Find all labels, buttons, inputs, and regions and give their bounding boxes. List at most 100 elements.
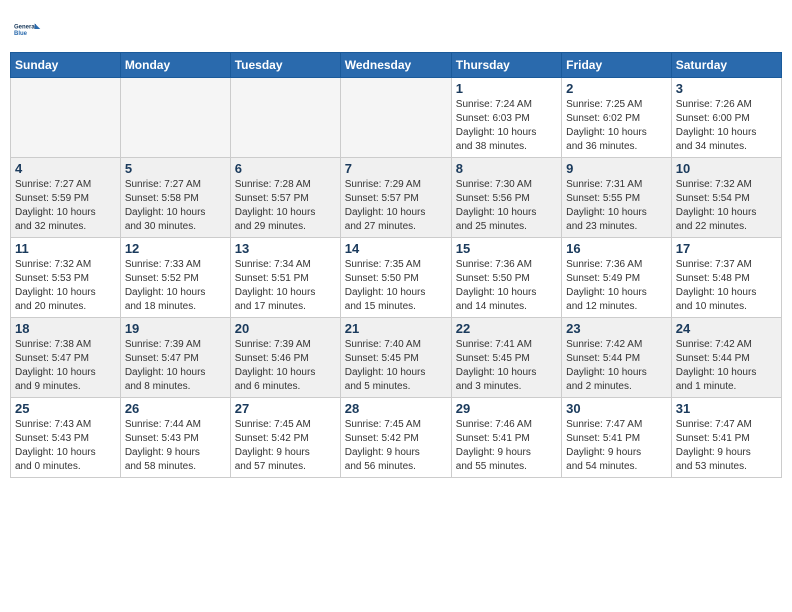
- calendar-cell: [120, 78, 230, 158]
- day-number: 14: [345, 241, 447, 256]
- calendar-cell: [340, 78, 451, 158]
- day-info: Sunrise: 7:41 AM Sunset: 5:45 PM Dayligh…: [456, 338, 557, 394]
- day-number: 2: [566, 81, 667, 96]
- day-number: 26: [125, 401, 226, 416]
- calendar-cell: 1Sunrise: 7:24 AM Sunset: 6:03 PM Daylig…: [451, 78, 561, 158]
- day-info: Sunrise: 7:43 AM Sunset: 5:43 PM Dayligh…: [15, 418, 116, 474]
- calendar-cell: 27 Sunrise: 7:45 AM Sunset: 5:42 PM Dayli…: [230, 398, 340, 478]
- calendar-cell: 21 Sunrise: 7:40 AM Sunset: 5:45 PM Dayli…: [340, 318, 451, 398]
- calendar-cell: 10Sunrise: 7:32 AM Sunset: 5:54 PM Dayli…: [671, 158, 781, 238]
- day-info: Sunrise: 7:26 AM Sunset: 6:00 PM Dayligh…: [676, 98, 777, 154]
- day-info: Sunrise: 7:30 AM Sunset: 5:56 PM Dayligh…: [456, 178, 557, 234]
- calendar-cell: 26 Sunrise: 7:44 AM Sunset: 5:43 PM Dayli…: [120, 398, 230, 478]
- day-number: 29: [456, 401, 557, 416]
- header-day-friday: Friday: [562, 53, 672, 78]
- day-number: 22: [456, 321, 557, 336]
- day-number: 12: [125, 241, 226, 256]
- day-info: Sunrise: 7:42 AM Sunset: 5:44 PM Dayligh…: [676, 338, 777, 394]
- day-info: Sunrise: 7:38 AM Sunset: 5:47 PM Dayligh…: [15, 338, 116, 394]
- calendar-cell: 11Sunrise: 7:32 AM Sunset: 5:53 PM Dayli…: [11, 238, 121, 318]
- svg-text:General: General: [14, 24, 37, 30]
- day-info: Sunrise: 7:35 AM Sunset: 5:50 PM Dayligh…: [345, 258, 447, 314]
- day-number: 10: [676, 161, 777, 176]
- day-number: 20: [235, 321, 336, 336]
- calendar-cell: 23 Sunrise: 7:42 AM Sunset: 5:44 PM Dayli…: [562, 318, 672, 398]
- calendar-cell: 25 Sunrise: 7:43 AM Sunset: 5:43 PM Dayli…: [11, 398, 121, 478]
- day-number: 13: [235, 241, 336, 256]
- day-info: Sunrise: 7:47 AM Sunset: 5:41 PM Dayligh…: [566, 418, 667, 474]
- day-number: 8: [456, 161, 557, 176]
- calendar-cell: 13 Sunrise: 7:34 AM Sunset: 5:51 PM Dayli…: [230, 238, 340, 318]
- calendar-cell: 22 Sunrise: 7:41 AM Sunset: 5:45 PM Dayli…: [451, 318, 561, 398]
- calendar: SundayMondayTuesdayWednesdayThursdayFrid…: [10, 52, 782, 478]
- calendar-cell: 16Sunrise: 7:36 AM Sunset: 5:49 PM Dayli…: [562, 238, 672, 318]
- calendar-cell: 4 Sunrise: 7:27 AM Sunset: 5:59 PM Daylig…: [11, 158, 121, 238]
- day-number: 25: [15, 401, 116, 416]
- calendar-cell: 30 Sunrise: 7:47 AM Sunset: 5:41 PM Dayli…: [562, 398, 672, 478]
- day-number: 7: [345, 161, 447, 176]
- week-row-3: 11Sunrise: 7:32 AM Sunset: 5:53 PM Dayli…: [11, 238, 782, 318]
- day-info: Sunrise: 7:36 AM Sunset: 5:50 PM Dayligh…: [456, 258, 557, 314]
- day-number: 16: [566, 241, 667, 256]
- calendar-cell: 17 Sunrise: 7:37 AM Sunset: 5:48 PM Dayli…: [671, 238, 781, 318]
- header-row: SundayMondayTuesdayWednesdayThursdayFrid…: [11, 53, 782, 78]
- day-info: Sunrise: 7:31 AM Sunset: 5:55 PM Dayligh…: [566, 178, 667, 234]
- day-number: 30: [566, 401, 667, 416]
- calendar-cell: 29Sunrise: 7:46 AM Sunset: 5:41 PM Dayli…: [451, 398, 561, 478]
- day-number: 6: [235, 161, 336, 176]
- calendar-cell: 9Sunrise: 7:31 AM Sunset: 5:55 PM Daylig…: [562, 158, 672, 238]
- calendar-cell: 14 Sunrise: 7:35 AM Sunset: 5:50 PM Dayli…: [340, 238, 451, 318]
- day-number: 5: [125, 161, 226, 176]
- week-row-2: 4 Sunrise: 7:27 AM Sunset: 5:59 PM Daylig…: [11, 158, 782, 238]
- calendar-cell: 7 Sunrise: 7:29 AM Sunset: 5:57 PM Daylig…: [340, 158, 451, 238]
- logo-icon: GeneralBlue: [14, 14, 44, 44]
- day-number: 27: [235, 401, 336, 416]
- week-row-1: 1Sunrise: 7:24 AM Sunset: 6:03 PM Daylig…: [11, 78, 782, 158]
- day-info: Sunrise: 7:40 AM Sunset: 5:45 PM Dayligh…: [345, 338, 447, 394]
- header-day-tuesday: Tuesday: [230, 53, 340, 78]
- header-day-wednesday: Wednesday: [340, 53, 451, 78]
- day-info: Sunrise: 7:39 AM Sunset: 5:47 PM Dayligh…: [125, 338, 226, 394]
- day-info: Sunrise: 7:45 AM Sunset: 5:42 PM Dayligh…: [235, 418, 336, 474]
- calendar-cell: 24 Sunrise: 7:42 AM Sunset: 5:44 PM Dayli…: [671, 318, 781, 398]
- day-info: Sunrise: 7:44 AM Sunset: 5:43 PM Dayligh…: [125, 418, 226, 474]
- calendar-cell: 31Sunrise: 7:47 AM Sunset: 5:41 PM Dayli…: [671, 398, 781, 478]
- calendar-cell: 5 Sunrise: 7:27 AM Sunset: 5:58 PM Daylig…: [120, 158, 230, 238]
- day-number: 4: [15, 161, 116, 176]
- day-info: Sunrise: 7:45 AM Sunset: 5:42 PM Dayligh…: [345, 418, 447, 474]
- day-info: Sunrise: 7:42 AM Sunset: 5:44 PM Dayligh…: [566, 338, 667, 394]
- day-number: 31: [676, 401, 777, 416]
- calendar-cell: [11, 78, 121, 158]
- day-info: Sunrise: 7:27 AM Sunset: 5:59 PM Dayligh…: [15, 178, 116, 234]
- day-number: 21: [345, 321, 447, 336]
- day-info: Sunrise: 7:34 AM Sunset: 5:51 PM Dayligh…: [235, 258, 336, 314]
- day-number: 15: [456, 241, 557, 256]
- calendar-cell: 12 Sunrise: 7:33 AM Sunset: 5:52 PM Dayli…: [120, 238, 230, 318]
- calendar-cell: [230, 78, 340, 158]
- day-number: 17: [676, 241, 777, 256]
- day-number: 1: [456, 81, 557, 96]
- svg-text:Blue: Blue: [14, 31, 28, 37]
- calendar-cell: 18 Sunrise: 7:38 AM Sunset: 5:47 PM Dayli…: [11, 318, 121, 398]
- calendar-cell: 6 Sunrise: 7:28 AM Sunset: 5:57 PM Daylig…: [230, 158, 340, 238]
- day-info: Sunrise: 7:29 AM Sunset: 5:57 PM Dayligh…: [345, 178, 447, 234]
- day-info: Sunrise: 7:33 AM Sunset: 5:52 PM Dayligh…: [125, 258, 226, 314]
- logo: GeneralBlue: [14, 14, 48, 44]
- day-number: 23: [566, 321, 667, 336]
- header-day-monday: Monday: [120, 53, 230, 78]
- day-info: Sunrise: 7:28 AM Sunset: 5:57 PM Dayligh…: [235, 178, 336, 234]
- header-day-sunday: Sunday: [11, 53, 121, 78]
- header-day-thursday: Thursday: [451, 53, 561, 78]
- calendar-cell: 3 Sunrise: 7:26 AM Sunset: 6:00 PM Daylig…: [671, 78, 781, 158]
- calendar-cell: 2Sunrise: 7:25 AM Sunset: 6:02 PM Daylig…: [562, 78, 672, 158]
- day-info: Sunrise: 7:37 AM Sunset: 5:48 PM Dayligh…: [676, 258, 777, 314]
- day-number: 3: [676, 81, 777, 96]
- page-header: GeneralBlue: [10, 10, 782, 44]
- day-number: 24: [676, 321, 777, 336]
- week-row-4: 18 Sunrise: 7:38 AM Sunset: 5:47 PM Dayli…: [11, 318, 782, 398]
- calendar-cell: 8 Sunrise: 7:30 AM Sunset: 5:56 PM Daylig…: [451, 158, 561, 238]
- day-number: 18: [15, 321, 116, 336]
- day-info: Sunrise: 7:27 AM Sunset: 5:58 PM Dayligh…: [125, 178, 226, 234]
- day-number: 11: [15, 241, 116, 256]
- header-day-saturday: Saturday: [671, 53, 781, 78]
